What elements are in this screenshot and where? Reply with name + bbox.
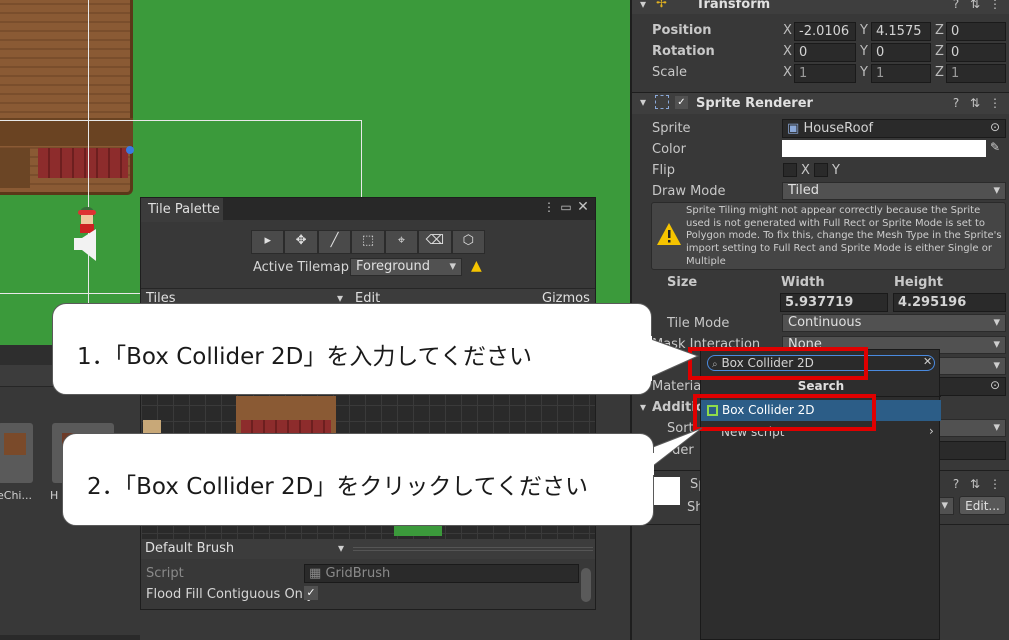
callout-step-2-text: 2．「Box Collider 2D」をクリックしてください — [87, 474, 588, 500]
callout-step-1-text: 1．「Box Collider 2D」を入力してください — [77, 344, 532, 370]
